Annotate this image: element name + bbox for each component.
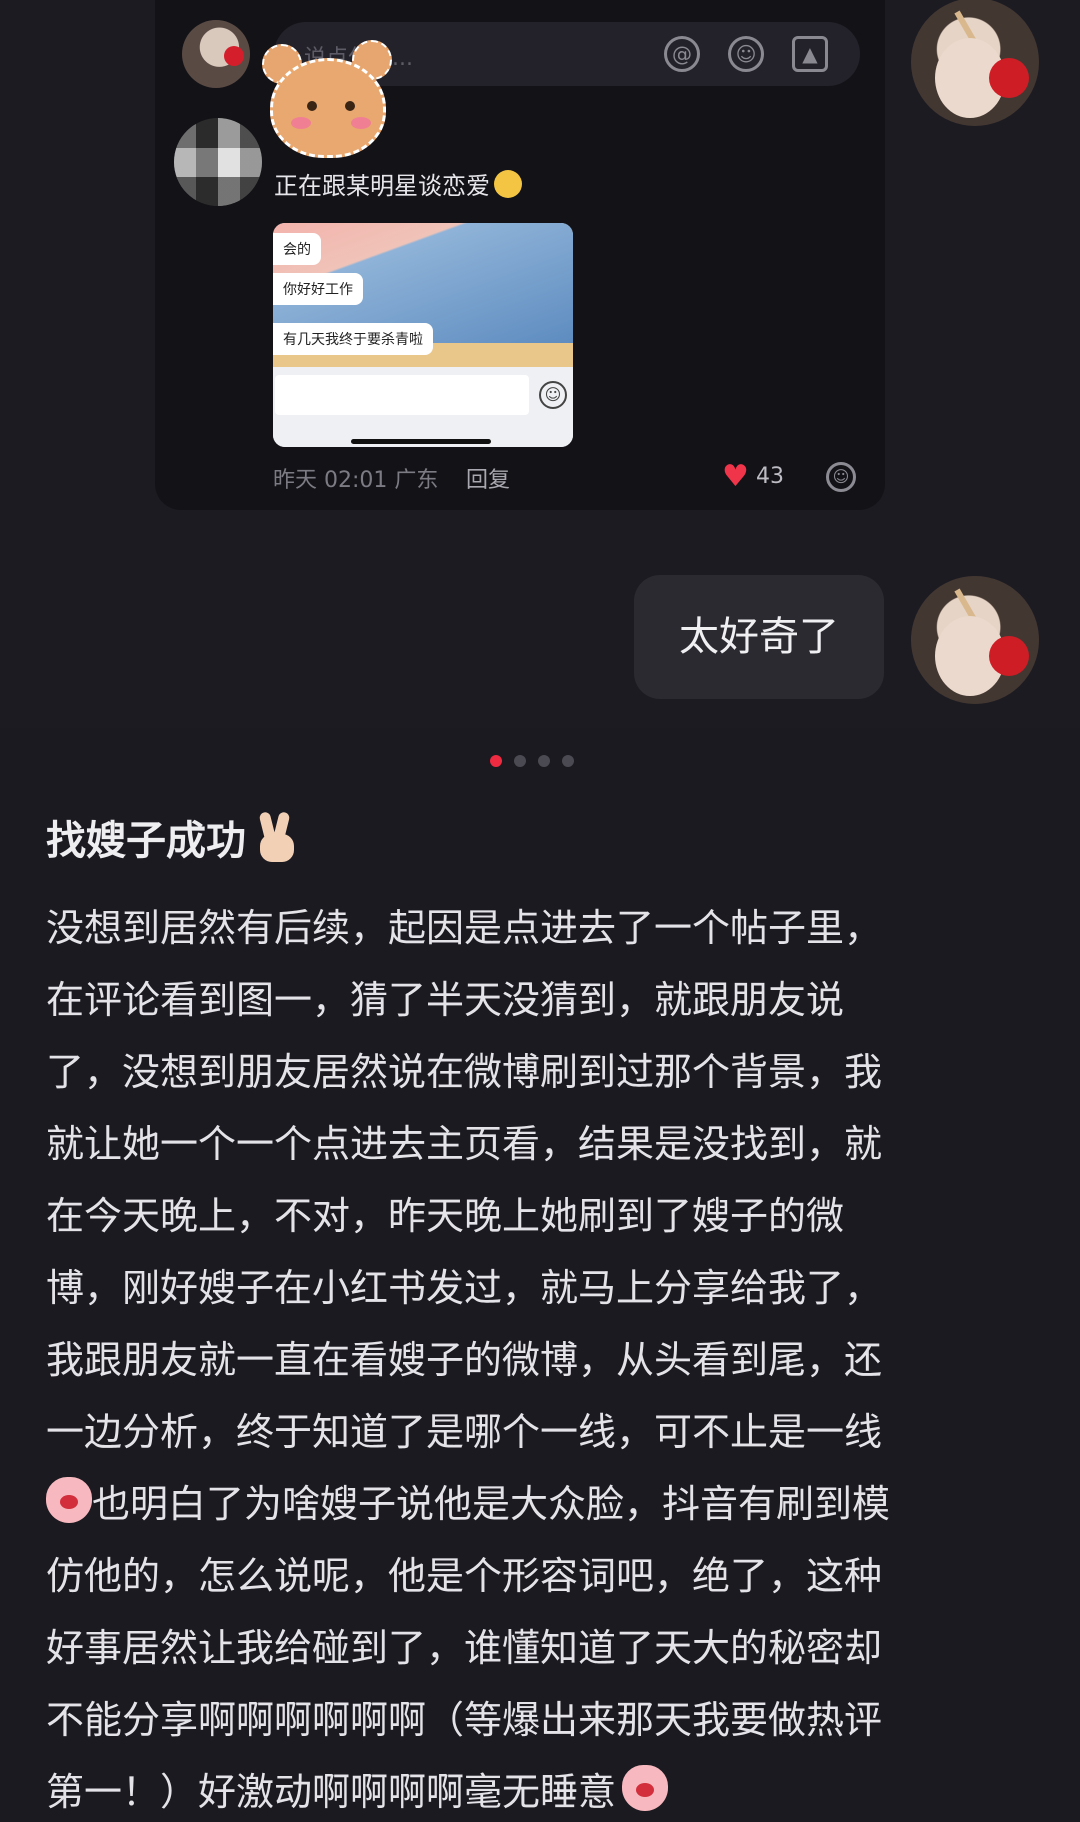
post-line-9: 也明白了为啥嫂子说他是大众脸，抖音有刷到模 (46, 1468, 1036, 1540)
post-line-3: 了，没想到朋友居然说在微博刷到过那个背景，我 (46, 1050, 883, 1094)
comment-time-location: 昨天 02:01 广东 (273, 468, 439, 493)
post-line-13: 第一！）好激动啊啊啊啊毫无睡意 (46, 1756, 1036, 1822)
post-line-5: 在今天晚上，不对，昨天晚上她刷到了嫂子的微 (46, 1194, 845, 1238)
carousel-dot-2[interactable] (514, 755, 526, 767)
post-line-13-text: 第一！）好激动啊啊啊啊毫无睡意 (46, 1770, 617, 1814)
user-avatar-reply[interactable] (911, 576, 1039, 704)
peach-face-icon (46, 1477, 92, 1523)
attachment-bubble-1: 会的 (273, 233, 321, 265)
post-line-9-text: 也明白了为啥嫂子说他是大众脸，抖音有刷到模 (92, 1482, 891, 1526)
attachment-bubble-3: 有几天我终于要杀青啦 (273, 323, 433, 355)
comment-input-avatar (182, 20, 250, 88)
post-line-2: 在评论看到图一，猜了半天没猜到，就跟朋友说 (46, 978, 845, 1022)
post-line-4: 就让她一个一个点进去主页看，结果是没找到，就 (46, 1122, 883, 1166)
post-body: 没想到居然有后续，起因是点进去了一个帖子里， 在评论看到图一，猜了半天没猜到，就… (46, 892, 1036, 1822)
victory-hand-icon (252, 811, 298, 862)
carousel-indicator (490, 755, 574, 767)
attachment-bubble-2: 你好好工作 (273, 273, 363, 305)
chat-screenshot: 说点什么... @ ☺ ▲ 正在跟某明星谈恋爱 会的 你好好工作 有几天我终于要… (0, 0, 1080, 728)
post-line-6: 博，刚好嫂子在小红书发过，就马上分享给我了， (46, 1266, 883, 1310)
reply-button[interactable]: 回复 (466, 462, 510, 494)
commenter-avatar-mosaic[interactable] (174, 118, 262, 206)
shushing-face-icon (494, 170, 522, 198)
peach-face-icon (622, 1765, 669, 1811)
attachment-smile-icon: ☺ (539, 381, 567, 409)
post-title-text: 找嫂子成功 (46, 818, 246, 864)
image-icon[interactable]: ▲ (792, 36, 828, 72)
post-line-8: 一边分析，终于知道了是哪个一线，可不止是一线 (46, 1410, 883, 1454)
like-count: 43 (756, 464, 784, 489)
comment-text-content: 正在跟某明星谈恋爱 (274, 172, 490, 200)
carousel-dot-1[interactable] (490, 755, 502, 767)
post-line-7: 我跟朋友就一直在看嫂子的微博，从头看到尾，还 (46, 1338, 883, 1382)
post-title: 找嫂子成功 (46, 808, 298, 866)
post-line-11: 好事居然让我给碰到了，谁懂知道了天大的秘密却 (46, 1626, 883, 1670)
smiley-icon[interactable]: ☺ (728, 36, 764, 72)
post-line-12: 不能分享啊啊啊啊啊啊（等爆出来那天我要做热评 (46, 1698, 883, 1742)
post-line-1: 没想到居然有后续，起因是点进去了一个帖子里， (46, 906, 883, 950)
comment-text: 正在跟某明星谈恋爱 (274, 166, 522, 201)
reaction-face-icon[interactable]: ☺ (826, 462, 856, 492)
at-icon[interactable]: @ (664, 36, 700, 72)
heart-icon[interactable]: ♥ (722, 462, 750, 492)
bear-sticker (258, 40, 398, 170)
comment-attached-image[interactable]: 会的 你好好工作 有几天我终于要杀青啦 ☺ (273, 223, 573, 447)
home-indicator (351, 439, 491, 444)
reply-bubble: 太好奇了 (634, 575, 884, 699)
post-line-10: 仿他的，怎么说呢，他是个形容词吧，绝了，这种 (46, 1554, 883, 1598)
carousel-dot-3[interactable] (538, 755, 550, 767)
carousel-dot-4[interactable] (562, 755, 574, 767)
user-avatar-top[interactable] (911, 0, 1039, 126)
